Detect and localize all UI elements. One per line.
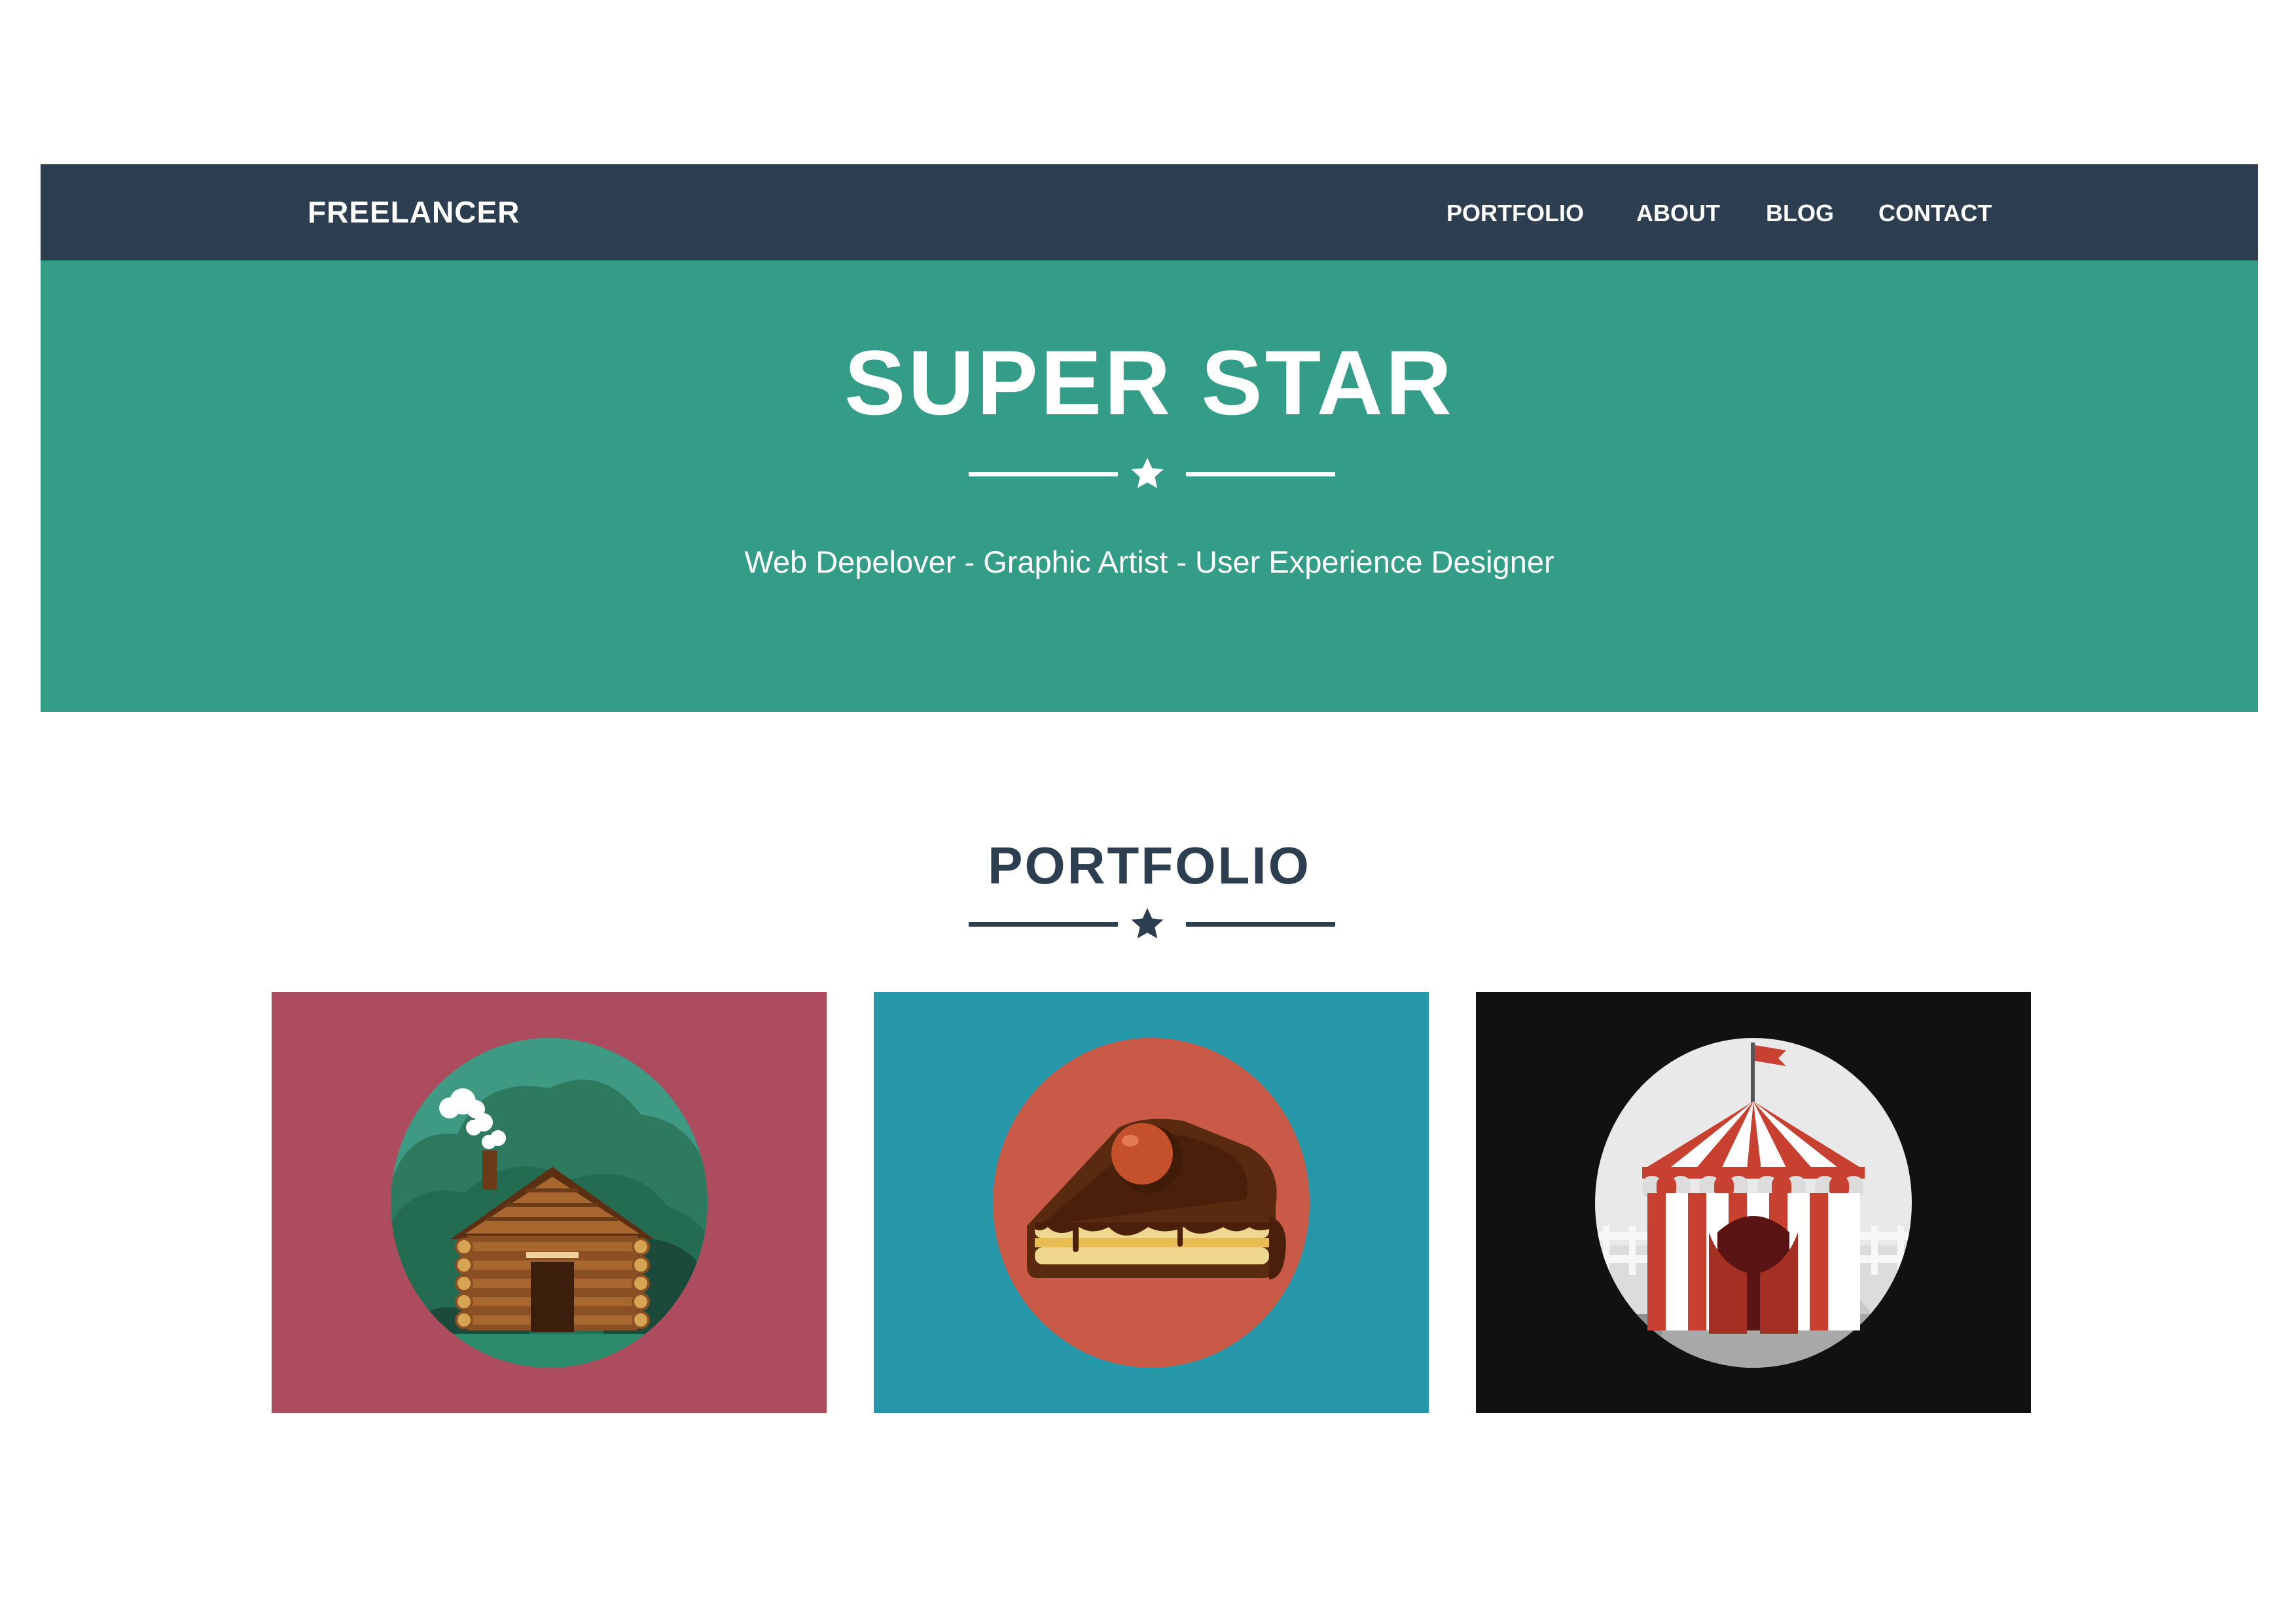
nav-link-portfolio[interactable]: PORTFOLIO: [1446, 164, 1584, 260]
divider-line-left: [969, 472, 1118, 476]
portfolio-item-cake[interactable]: [874, 992, 1429, 1413]
brand-logo[interactable]: FREELANCER: [308, 164, 520, 260]
divider-line-right: [1186, 922, 1335, 927]
portfolio-item-circus[interactable]: [1476, 992, 2031, 1413]
nav-link-blog[interactable]: BLOG: [1766, 164, 1834, 260]
star-icon: [1131, 908, 1164, 938]
hero-header: SUPER STAR Web Depelover - Graphic Artis…: [41, 260, 2258, 712]
hero-divider: [41, 450, 2258, 496]
divider-line-left: [969, 922, 1118, 927]
nav-link-contact[interactable]: CONTACT: [1878, 164, 1992, 260]
portfolio-item-cabin[interactable]: [272, 992, 827, 1413]
circus-tent-icon: [1595, 1038, 1912, 1368]
log-cabin-icon: [391, 1038, 708, 1368]
hero-subtitle: Web Depelover - Graphic Artist - User Ex…: [744, 544, 1554, 579]
cake-slice-icon: [993, 1038, 1310, 1368]
hero-title: SUPER STAR: [844, 331, 1454, 434]
portfolio-divider: [41, 901, 2258, 946]
portfolio-heading: PORTFOLIO: [988, 836, 1311, 895]
divider-line-right: [1186, 472, 1335, 476]
navbar: FREELANCER PORTFOLIO ABOUT BLOG CONTACT: [41, 164, 2258, 260]
nav-link-about[interactable]: ABOUT: [1636, 164, 1720, 260]
star-icon: [1131, 457, 1164, 488]
